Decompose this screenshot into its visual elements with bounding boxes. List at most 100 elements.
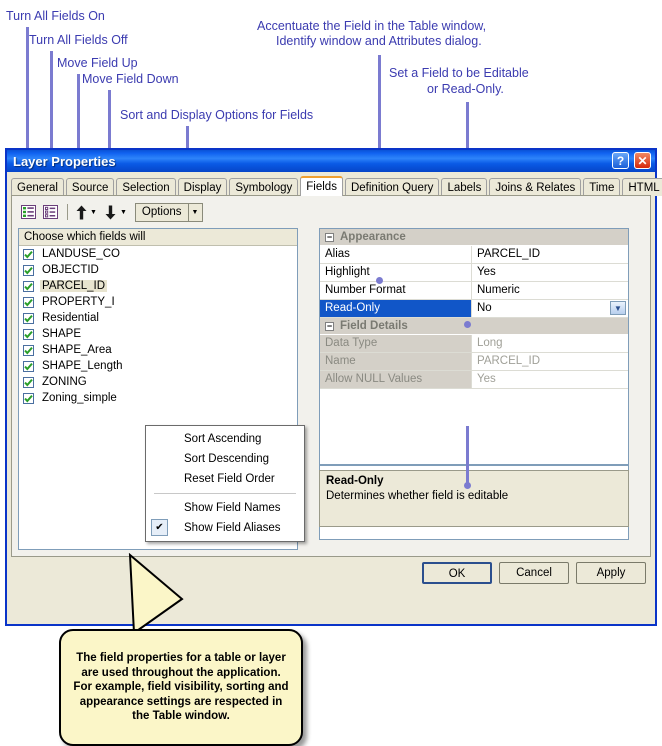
property-row[interactable]: Highlight Yes	[320, 264, 628, 282]
menu-item-show-field-aliases[interactable]: ✔ Show Field Aliases	[146, 518, 304, 538]
property-value[interactable]: Yes	[472, 264, 628, 281]
field-list-item[interactable]: PROPERTY_I	[19, 294, 297, 310]
leader-line-quick-help	[466, 426, 469, 483]
property-row[interactable]: Name PARCEL_ID	[320, 353, 628, 371]
help-icon[interactable]: ?	[612, 152, 629, 169]
property-grid[interactable]: − Appearance Alias PARCEL_ID Highlight Yes Num…	[319, 228, 629, 465]
menu-item-label: Show Field Aliases	[184, 522, 281, 534]
property-name: Name	[320, 353, 472, 370]
fields-toolbar: ▼ ▼ Options ▼	[18, 201, 203, 223]
menu-separator	[154, 493, 296, 494]
property-value[interactable]: PARCEL_ID	[472, 353, 628, 370]
tab-selection[interactable]: Selection	[116, 178, 176, 196]
description-text: Determines whether field is editable	[326, 490, 509, 502]
menu-item-label: Sort Ascending	[184, 433, 262, 445]
field-list-item[interactable]: SHAPE_Area	[19, 342, 297, 358]
menu-item-label: Show Field Names	[184, 502, 281, 514]
tab-fields[interactable]: Fields	[300, 176, 343, 196]
field-checkbox-icon[interactable]	[23, 360, 34, 372]
annotation-sort-display-options: Sort and Display Options for Fields	[120, 108, 314, 122]
move-field-up-icon[interactable]	[73, 202, 89, 222]
annotation-or-read-only: or Read-Only.	[427, 82, 504, 96]
field-checkbox-icon[interactable]	[23, 328, 34, 340]
field-list-item[interactable]: ZONING	[19, 374, 297, 390]
property-value[interactable]: PARCEL_ID	[472, 246, 628, 263]
field-checkbox-icon[interactable]	[23, 264, 34, 276]
options-dropdown-caret-icon[interactable]: ▼	[188, 202, 203, 222]
annotation-identify-attributes: Identify window and Attributes dialog.	[276, 34, 482, 48]
field-list-item[interactable]: Residential	[19, 310, 297, 326]
field-name-label: PARCEL_ID	[40, 280, 108, 292]
description-title: Read-Only	[326, 475, 384, 487]
tab-definition-query[interactable]: Definition Query	[344, 178, 440, 196]
menu-item-label: Sort Descending	[184, 453, 270, 465]
leader-dot-1	[464, 321, 471, 328]
cancel-button[interactable]: Cancel	[499, 562, 569, 584]
menu-check-icon: ✔	[151, 519, 168, 536]
field-list-item[interactable]: LANDUSE_CO	[19, 246, 297, 262]
ok-button[interactable]: OK	[422, 562, 492, 584]
property-row[interactable]: Number Format Numeric	[320, 282, 628, 300]
field-list-item[interactable]: SHAPE	[19, 326, 297, 342]
field-checkbox-icon[interactable]	[23, 280, 34, 292]
move-up-caret-icon[interactable]: ▼	[90, 209, 97, 216]
collapse-expander-icon[interactable]: −	[325, 232, 334, 242]
collapse-expander-icon[interactable]: −	[325, 321, 334, 331]
field-name-label: ZONING	[42, 376, 87, 388]
tab-labels[interactable]: Labels	[441, 178, 488, 196]
property-row[interactable]: Allow NULL Values Yes	[320, 371, 628, 389]
annotation-accentuate-field: Accentuate the Field in the Table window…	[257, 19, 487, 33]
tab-time[interactable]: Time	[583, 178, 621, 196]
tab-html-popup[interactable]: HTML Popup	[622, 178, 662, 196]
field-list-item[interactable]: SHAPE_Length	[19, 358, 297, 374]
field-name-label: Zoning_simple	[42, 392, 117, 404]
property-group-header[interactable]: − Field Details	[320, 318, 628, 335]
property-row[interactable]: Read-Only No ▼	[320, 300, 628, 318]
field-checkbox-icon[interactable]	[23, 248, 34, 260]
tab-display[interactable]: Display	[177, 178, 228, 196]
move-down-caret-icon[interactable]: ▼	[120, 209, 127, 216]
menu-item-sort-ascending[interactable]: Sort Ascending	[146, 429, 304, 449]
property-value[interactable]: Yes	[472, 371, 628, 388]
field-checkbox-icon[interactable]	[23, 376, 34, 388]
field-checkbox-icon[interactable]	[23, 344, 34, 356]
field-list-item[interactable]: OBJECTID	[19, 262, 297, 278]
field-checkbox-icon[interactable]	[23, 392, 34, 404]
options-dropdown-menu[interactable]: Sort Ascending Sort Descending Reset Field…	[145, 425, 305, 542]
tab-joins-relates[interactable]: Joins & Relates	[489, 178, 582, 196]
options-button[interactable]: Options	[134, 202, 189, 222]
property-row[interactable]: Alias PARCEL_ID	[320, 246, 628, 264]
property-name: Read-Only	[320, 300, 472, 317]
menu-item-reset-field-order[interactable]: Reset Field Order	[146, 469, 304, 489]
field-list-item[interactable]: Zoning_simple	[19, 390, 297, 406]
dialog-button-row: OK Cancel Apply	[7, 562, 655, 586]
menu-item-show-field-names[interactable]: Show Field Names	[146, 498, 304, 518]
layer-properties-dialog: Layer Properties ? ✕ General Source Select…	[5, 148, 662, 746]
leader-dot-2	[464, 482, 471, 489]
field-checkbox-icon[interactable]	[23, 312, 34, 324]
property-value[interactable]: Numeric	[472, 282, 628, 299]
apply-button[interactable]: Apply	[576, 562, 646, 584]
tab-source[interactable]: Source	[65, 178, 115, 196]
tab-symbology[interactable]: Symbology	[229, 178, 299, 196]
property-group-header[interactable]: − Appearance	[320, 229, 628, 246]
property-value[interactable]: Long	[472, 335, 628, 352]
chevron-down-icon[interactable]: ▼	[610, 301, 626, 315]
field-name-label: Residential	[42, 312, 99, 324]
turn-all-fields-off-icon[interactable]	[40, 202, 60, 222]
property-row[interactable]: Data Type Long	[320, 335, 628, 353]
turn-all-fields-on-icon[interactable]	[18, 202, 38, 222]
close-icon[interactable]: ✕	[634, 152, 651, 169]
annotation-set-field-editable: Set a Field to be Editable	[389, 66, 529, 80]
field-checkbox-icon[interactable]	[23, 296, 34, 308]
property-value[interactable]: No ▼	[472, 300, 628, 317]
move-field-down-icon[interactable]	[103, 202, 119, 222]
field-list-item[interactable]: PARCEL_ID	[19, 278, 297, 294]
annotation-move-field-down: Move Field Down	[82, 72, 179, 86]
field-name-label: SHAPE_Length	[42, 360, 123, 372]
callout-text: The field properties for a table or laye…	[73, 652, 289, 723]
menu-item-sort-descending[interactable]: Sort Descending	[146, 449, 304, 469]
tab-general[interactable]: General	[11, 178, 64, 196]
field-name-label: SHAPE	[42, 328, 81, 340]
property-name: Highlight	[320, 264, 472, 281]
